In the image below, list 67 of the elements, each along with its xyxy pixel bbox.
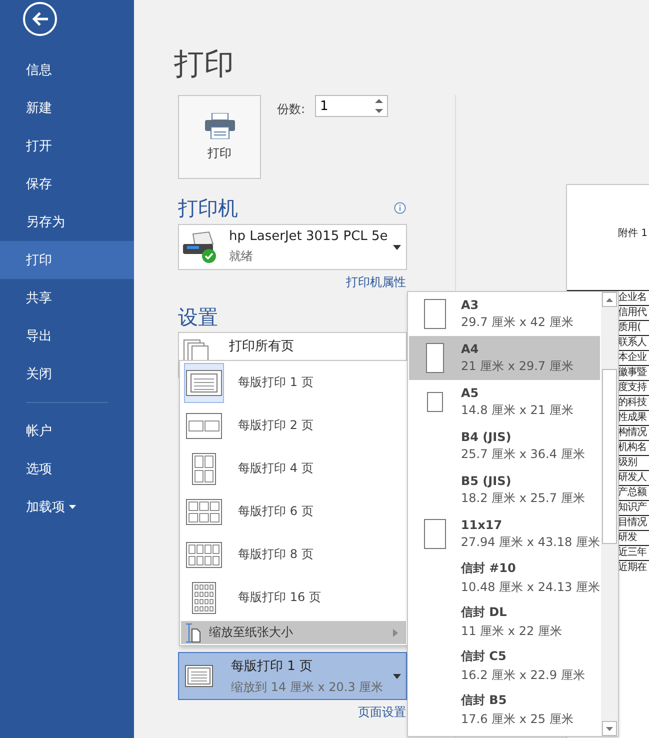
menu-item[interactable]: 每版打印 2 页 (180, 404, 407, 447)
copies-spinner[interactable]: 1 (315, 95, 388, 117)
printer-status: 就绪 (229, 248, 254, 265)
page-layout-icon (192, 452, 216, 484)
page-layout-icon (186, 542, 222, 568)
sidebar-item[interactable]: 新建 (0, 89, 134, 127)
printer-name: hp LaserJet 3015 PCL 5e (229, 229, 389, 244)
caret-icon (393, 674, 401, 678)
printer-dropdown[interactable]: hp LaserJet 3015 PCL 5e 就绪 (178, 224, 407, 270)
caret-icon (69, 505, 76, 509)
sidebar-item[interactable]: 保存 (0, 165, 134, 203)
page-layout-icon (192, 582, 216, 614)
scale-submenu-item[interactable]: 缩放至纸张大小 (181, 621, 406, 644)
scale-detail: 缩放到 14 厘米 x 20.3 厘米 (231, 678, 384, 696)
paper-size-item[interactable]: B5 (JIS) 18.2 厘米 x 25.7 厘米 (409, 468, 600, 512)
sidebar-item[interactable]: 帐户 (0, 412, 134, 450)
caret-icon (393, 244, 401, 250)
info-icon[interactable] (394, 202, 406, 214)
menu-item[interactable]: 每版打印 4 页 (180, 447, 407, 490)
submenu-arrow-icon (393, 628, 398, 636)
paper-icon (424, 299, 446, 329)
sidebar-item[interactable]: 加载项 (0, 488, 134, 526)
sidebar-item[interactable]: 导出 (0, 317, 134, 355)
paper-size-item[interactable]: 信封 #10 10.48 厘米 x 24.13 厘米 (409, 556, 600, 600)
sidebar-item[interactable]: 选项 (0, 450, 134, 488)
pages-per-sheet-dropdown[interactable]: 每版打印 1 页 缩放到 14 厘米 x 20.3 厘米 (178, 652, 407, 700)
paper-size-item[interactable]: A5 14.8 厘米 x 21 厘米 (409, 380, 600, 424)
menu-item[interactable]: 每版打印 16 页 (180, 576, 407, 619)
back-button[interactable] (23, 2, 57, 36)
document-heading: 附件 1 (618, 227, 649, 241)
menu-item[interactable]: 每版打印 6 页 (180, 490, 407, 533)
page-setup-link[interactable]: 页面设置 (358, 705, 406, 719)
spin-arrows-icon (375, 98, 384, 114)
pages-per-sheet-label: 每版打印 1 页 (231, 658, 314, 674)
sidebar-item[interactable]: 另存为 (0, 203, 134, 241)
page-layout-icon (186, 412, 222, 438)
page-layout-icon (186, 370, 222, 396)
print-button[interactable]: 打印 (178, 95, 261, 179)
paper-icon (427, 392, 443, 412)
page-layout-icon (186, 498, 222, 524)
paper-size-item[interactable]: 信封 C5 16.2 厘米 x 22.9 厘米 (409, 644, 600, 688)
print-range-label: 打印所有页 (229, 338, 294, 355)
paper-icon (424, 519, 446, 549)
paper-size-item[interactable]: 11x17 27.94 厘米 x 43.18 厘米 (409, 512, 600, 556)
left-arrow-icon (31, 11, 49, 27)
sidebar-item[interactable]: 打开 (0, 127, 134, 165)
fit-page-icon (185, 622, 201, 642)
sidebar-item[interactable]: 打印 (0, 241, 134, 279)
printer-heading: 打印机 (178, 195, 238, 221)
paper-size-item[interactable]: 信封 DL 11 厘米 x 22 厘米 (409, 600, 600, 644)
paper-size-item[interactable]: B4 (JIS) 25.7 厘米 x 36.4 厘米 (409, 424, 600, 468)
paper-size-item[interactable]: A4 21 厘米 x 29.7 厘米 (409, 336, 600, 380)
up-arrow-icon (606, 298, 613, 302)
down-arrow-icon (606, 726, 613, 730)
settings-heading: 设置 (178, 304, 218, 330)
printer-properties-link[interactable]: 打印机属性 (346, 275, 406, 289)
sidebar-item[interactable]: 关闭 (0, 355, 134, 393)
paper-size-item[interactable]: 信封 B5 17.6 厘米 x 25 厘米 (409, 688, 600, 732)
sidebar-item[interactable]: 信息 (0, 51, 134, 89)
menu-item[interactable]: 每版打印 8 页 (180, 533, 407, 576)
page-title: 打印 (174, 46, 235, 84)
copies-label: 份数: (277, 101, 306, 118)
scrollbar[interactable] (601, 292, 618, 736)
paper-icon (426, 343, 444, 373)
sidebar-item[interactable]: 共享 (0, 279, 134, 317)
page-layout-icon (185, 665, 213, 687)
printer-icon (204, 112, 234, 138)
